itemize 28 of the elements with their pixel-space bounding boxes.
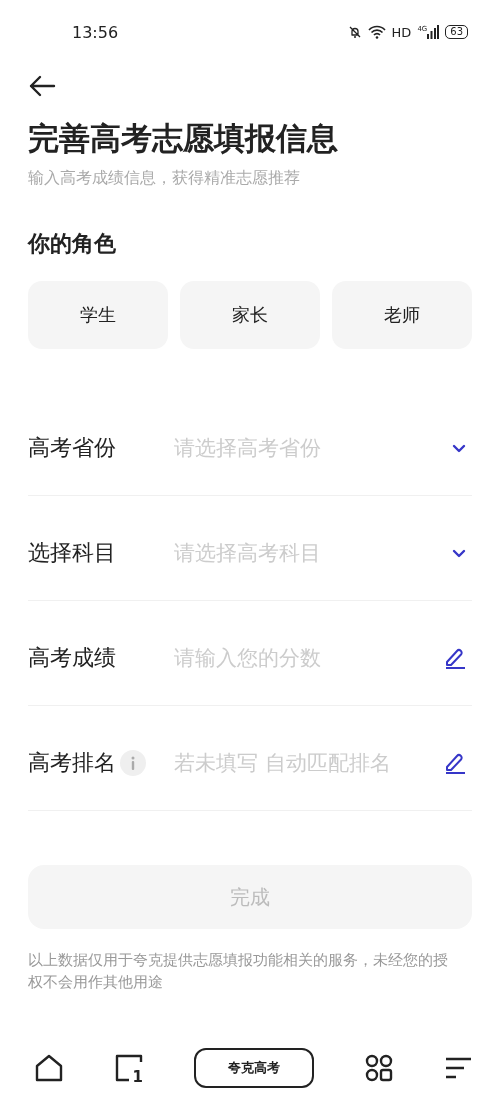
pencil-icon[interactable]: [444, 752, 466, 774]
chevron-down-icon[interactable]: [452, 548, 466, 558]
page-subtitle: 输入高考成绩信息，获得精准志愿推荐: [28, 168, 301, 189]
home-icon[interactable]: [34, 1054, 64, 1082]
role-option[interactable]: 学生: [28, 281, 168, 349]
battery-indicator: 63: [445, 25, 468, 39]
field-label: 高考省份: [28, 434, 116, 462]
tabs-icon[interactable]: [115, 1054, 143, 1082]
role-option[interactable]: 老师: [332, 281, 472, 349]
network-label: HD: [391, 24, 412, 40]
page-title: 完善高考志愿填报信息: [28, 119, 339, 158]
field-label: 高考排名: [28, 749, 116, 777]
status-time: 13:56: [72, 22, 119, 42]
menu-icon[interactable]: [444, 1056, 472, 1080]
field-label: 高考成绩: [28, 644, 116, 672]
wifi-icon: [367, 25, 386, 39]
role-option[interactable]: 家长: [180, 281, 320, 349]
tab-count: 1: [132, 1069, 143, 1085]
privacy-notice: 以上数据仅用于夸克提供志愿填报功能相关的服务，未经您的授权不会用作其他用途: [28, 950, 449, 993]
center-tab-button[interactable]: 夸克高考: [194, 1048, 314, 1088]
field-label: 选择科目: [28, 539, 116, 567]
bell-muted-icon: [347, 25, 362, 39]
section-label: 你的角色: [28, 230, 117, 258]
back-arrow-icon[interactable]: [28, 74, 56, 98]
chevron-down-icon[interactable]: [452, 443, 466, 453]
grid-icon[interactable]: [365, 1054, 393, 1082]
signal-icon: [427, 25, 440, 39]
pencil-icon[interactable]: [444, 647, 466, 669]
